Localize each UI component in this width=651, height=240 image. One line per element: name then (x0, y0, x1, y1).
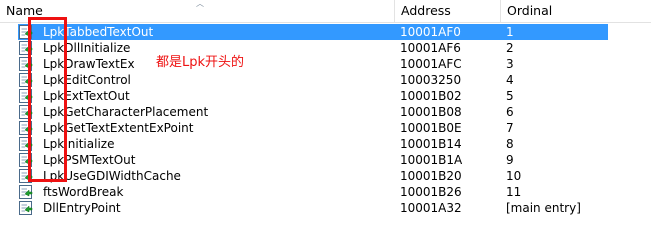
item-ordinal: 1 (506, 25, 514, 39)
item-name: DllEntryPoint (43, 201, 121, 215)
column-header-ordinal[interactable]: Ordinal (501, 0, 651, 22)
item-name: ftsWordBreak (43, 185, 124, 199)
item-address: 10001B14 (400, 137, 462, 151)
export-function-icon (19, 153, 33, 167)
item-name: LpkEditControl (43, 73, 131, 87)
annotation-label: 都是Lpk开头的 (156, 55, 245, 70)
export-function-icon (19, 105, 33, 119)
list-item[interactable]: LpkInitialize 10001B14 8 (0, 136, 651, 152)
item-ordinal: 3 (506, 57, 514, 71)
exports-list-view[interactable]: ︿ Name Address Ordinal LpkTabbedTextOut 1… (0, 0, 651, 227)
item-ordinal: 9 (506, 153, 514, 167)
item-name: LpkDrawTextEx (43, 57, 135, 71)
item-ordinal: 11 (506, 185, 522, 199)
item-address: 10001AF6 (400, 41, 461, 55)
column-header-address[interactable]: Address (395, 0, 501, 22)
column-header-name[interactable]: Name (0, 0, 395, 22)
item-name: LpkTabbedTextOut (43, 25, 154, 39)
item-address: 10001B02 (400, 89, 462, 103)
item-ordinal: 8 (506, 137, 514, 151)
item-name: LpkDllInitialize (43, 41, 131, 55)
list-item[interactable]: LpkGetTextExtentExPoint 10001B0E 7 (0, 120, 651, 136)
list-item[interactable]: LpkDllInitialize 10001AF6 2 (0, 40, 651, 56)
list-item[interactable]: LpkPSMTextOut 10001B1A 9 (0, 152, 651, 168)
item-name: LpkPSMTextOut (43, 153, 136, 167)
item-name: LpkInitialize (43, 137, 115, 151)
list-item[interactable]: ftsWordBreak 10001B26 11 (0, 184, 651, 200)
item-name: LpkGetCharacterPlacement (43, 105, 209, 119)
export-function-icon (19, 169, 33, 183)
list-item[interactable]: LpkEditControl 10003250 4 (0, 72, 651, 88)
list-item[interactable]: LpkExtTextOut 10001B02 5 (0, 88, 651, 104)
export-function-icon (19, 25, 33, 39)
export-function-icon (19, 201, 33, 215)
item-address: 10001B0E (400, 121, 462, 135)
export-function-icon (19, 89, 33, 103)
export-function-icon (19, 121, 33, 135)
list-item[interactable]: LpkGetCharacterPlacement 10001B08 6 (0, 104, 651, 120)
list-item[interactable]: DllEntryPoint 10001A32 [main entry] (0, 200, 651, 216)
item-address: 10001A32 (400, 201, 462, 215)
item-address: 10001B26 (400, 185, 462, 199)
export-function-icon (19, 185, 33, 199)
export-function-icon (19, 137, 33, 151)
export-function-icon (19, 73, 33, 87)
item-ordinal: [main entry] (506, 201, 581, 215)
item-ordinal: 5 (506, 89, 514, 103)
item-ordinal: 10 (506, 169, 522, 183)
item-address: 10003250 (400, 73, 462, 87)
list-item[interactable]: LpkUseGDIWidthCache 10001B20 10 (0, 168, 651, 184)
item-ordinal: 7 (506, 121, 514, 135)
list-item[interactable]: LpkTabbedTextOut 10001AF0 1 (18, 24, 608, 40)
item-name: LpkExtTextOut (43, 89, 130, 103)
export-function-icon (19, 57, 33, 71)
item-address: 10001AFC (400, 57, 462, 71)
item-address: 10001B08 (400, 105, 462, 119)
item-name: LpkGetTextExtentExPoint (43, 121, 194, 135)
item-ordinal: 6 (506, 105, 514, 119)
item-name: LpkUseGDIWidthCache (43, 169, 181, 183)
list-item[interactable]: LpkDrawTextEx 10001AFC 3 (0, 56, 651, 72)
item-address: 10001B20 (400, 169, 462, 183)
item-address: 10001B1A (400, 153, 463, 167)
item-address: 10001AF0 (400, 25, 461, 39)
item-ordinal: 4 (506, 73, 514, 87)
export-function-icon (19, 41, 33, 55)
item-ordinal: 2 (506, 41, 514, 55)
list-header: ︿ Name Address Ordinal (0, 0, 651, 23)
